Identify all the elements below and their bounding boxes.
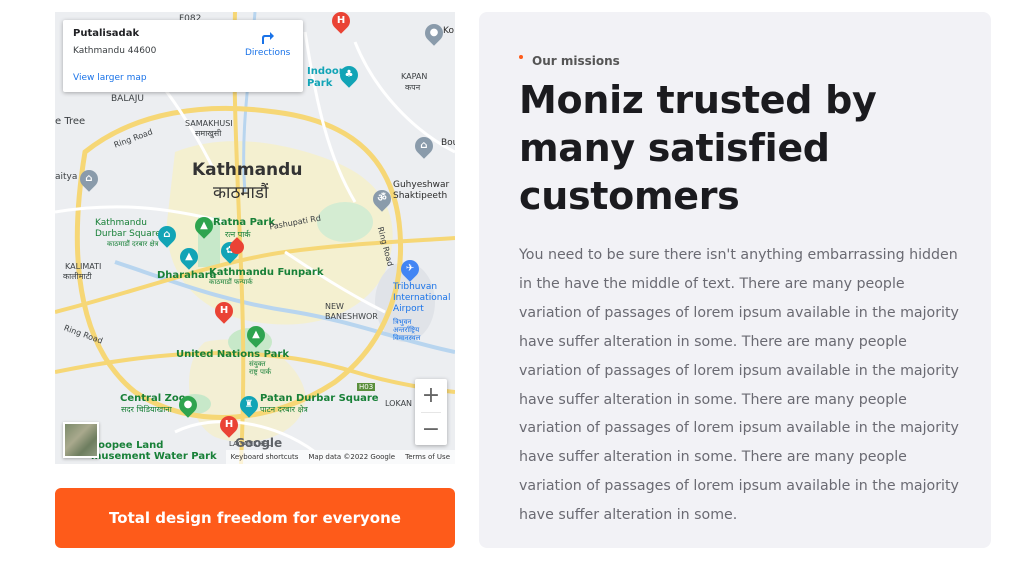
directions-label: Directions — [245, 48, 291, 58]
map-label-kapan-ne: कपन — [405, 83, 421, 92]
hospital-marker-icon[interactable]: H — [211, 298, 237, 324]
map-label-kathmandu: Kathmandu — [192, 160, 303, 180]
map-label-aitya: aitya — [55, 172, 78, 182]
map-label-h03: H03 — [357, 383, 376, 391]
map-label-dharahara: Dharahara — [157, 270, 217, 281]
map-label-samakhusi: SAMAKHUSI — [185, 119, 233, 128]
map-label-tribhuvan-ne: त्रिभुवन अन्तर्राष्ट्रिय विमानस्थल — [393, 318, 421, 342]
map-label-central-zoo-ne: सदर चिडियाखाना — [121, 405, 172, 414]
mission-panel: Our missions Moniz trusted by many satis… — [479, 12, 991, 548]
map-label-tribhuvan: Tribhuvan International Airport — [393, 282, 451, 314]
hospital-marker-icon[interactable]: H — [216, 412, 242, 438]
keyboard-shortcuts-link[interactable]: Keyboard shortcuts — [231, 453, 299, 461]
map-label-kalimati-ne: कालीमाटी — [63, 272, 92, 281]
zoom-out-button[interactable]: − — [415, 413, 447, 446]
section-heading: Moniz trusted by many satisfied customer… — [519, 78, 877, 218]
map-data-text: Map data ©2022 Google — [308, 453, 396, 461]
map-label-ratna-park: Ratna Park — [213, 217, 275, 228]
map-label-samakhusi-ne: समाखुसी — [195, 129, 222, 138]
section-body: You need to be sure there isn't anything… — [519, 247, 959, 524]
map-label-bouddha: Bou — [441, 138, 455, 148]
map-label-bhoopee: hoopee Land musement Water Park — [91, 440, 217, 462]
map-label-guhyeshwari: Guhyeshwar Shaktipeeth — [393, 180, 450, 201]
airport-marker-icon[interactable]: ✈ — [397, 256, 423, 282]
terms-of-use-link[interactable]: Terms of Use — [405, 453, 450, 461]
view-larger-map-link[interactable]: View larger map — [73, 73, 147, 83]
map-label-durbar-square: Kathmandu Durbar Square — [95, 218, 161, 239]
map-attribution: Keyboard shortcuts Map data ©2022 Google… — [225, 450, 455, 464]
tree-marker-icon[interactable]: ▲ — [243, 322, 269, 348]
park-marker-icon[interactable]: ♣ — [336, 62, 362, 88]
cta-button[interactable]: Total design freedom for everyone — [55, 488, 455, 548]
place-address: Kathmandu 44600 — [73, 46, 157, 56]
satellite-toggle-button[interactable] — [63, 422, 99, 458]
map-label-kathmandu-ne: काठमाडौं — [213, 183, 269, 203]
map-label-ko: Ko — [443, 26, 454, 36]
map-label-un-park-ne: संयुक्त राष्ट्र पार्क — [249, 360, 272, 376]
directions-button[interactable]: Directions — [245, 30, 291, 58]
poi-marker-icon[interactable]: ● — [421, 20, 447, 46]
map-label-un-park: United Nations Park — [176, 349, 290, 360]
map-label-indoor-park: Indoor Park — [307, 66, 344, 89]
museum-marker-icon[interactable]: ♜ — [236, 392, 262, 418]
zoom-in-button[interactable]: + — [415, 379, 447, 412]
map-label-kapan: KAPAN — [401, 72, 428, 81]
map-label-central-zoo: Central Zoo — [120, 393, 186, 404]
om-marker-icon[interactable]: ॐ — [369, 186, 395, 212]
place-name: Putalisadak — [73, 28, 140, 39]
map-label-tree: e Tree — [55, 116, 86, 127]
map-label-kalimati: KALIMATI — [65, 262, 102, 271]
tree-marker-icon[interactable]: ▲ — [191, 213, 217, 239]
tower-marker-icon[interactable]: ▲ — [176, 244, 202, 270]
embedded-map[interactable]: F082 BALAJU e Tree SAMAKHUSI समाखुसी Rin… — [55, 12, 455, 464]
map-label-funpark: Kathmandu Funpark — [209, 267, 324, 278]
map-label-patan: Patan Durbar Square — [260, 393, 379, 404]
section-tag: Our missions — [519, 54, 620, 68]
section-tag-label: Our missions — [532, 54, 620, 68]
zoo-marker-icon[interactable]: ● — [175, 392, 201, 418]
map-label-new-baneshwor: NEW BANESHWOR — [325, 302, 378, 321]
map-label-balaju: BALAJU — [111, 94, 144, 104]
map-info-card: Putalisadak Kathmandu 44600 View larger … — [63, 20, 303, 92]
google-logo: Google — [235, 436, 283, 450]
zoom-controls: + − — [415, 379, 447, 445]
tag-dot — [519, 55, 523, 59]
map-label-funpark-ne: काठमाडौं फन्पार्क — [209, 278, 253, 286]
map-label-lokan: LOKAN — [385, 399, 413, 408]
museum-marker-icon[interactable]: ⌂ — [154, 222, 180, 248]
temple-marker-icon[interactable]: ⌂ — [411, 133, 437, 159]
map-label-patan-ne: पाटन दरबार क्षेत्र — [260, 405, 308, 414]
temple-marker-icon[interactable]: ⌂ — [76, 166, 102, 192]
directions-icon — [259, 30, 275, 46]
